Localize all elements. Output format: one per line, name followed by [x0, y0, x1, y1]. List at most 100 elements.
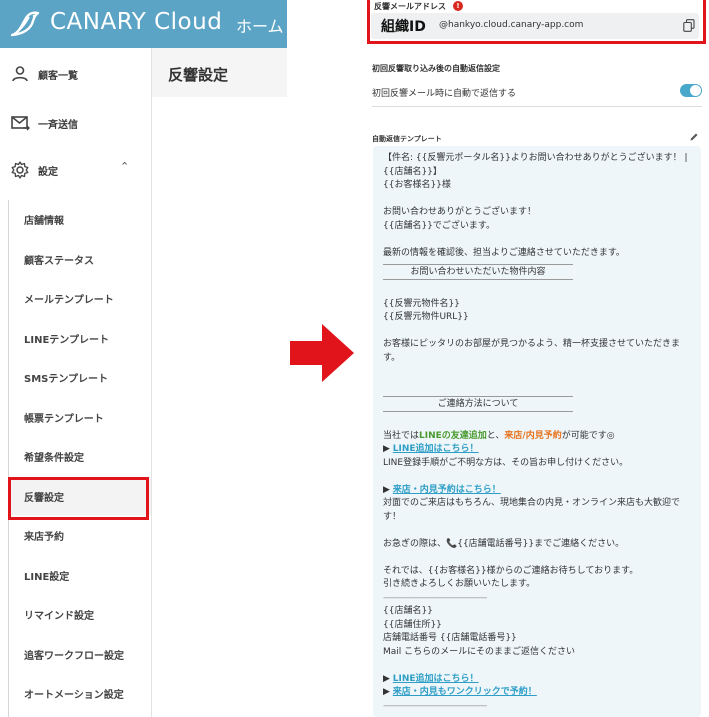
template-line: {{店舗住所}}	[383, 619, 442, 630]
template-line: {{店舗名}}	[383, 606, 433, 616]
sidebar-item-label: 顧客一覧	[38, 71, 78, 82]
separator-line: ----------------------------------------…	[383, 592, 487, 603]
template-line: お客様にピッタリのお部屋が見つかるよう、精一杯支援させていただきます。	[383, 339, 681, 363]
template-content[interactable]: 【件名: {{反響元ポータル名}}よりお問い合わせありがとうございます！ | {…	[373, 146, 701, 717]
template-line: LINE登録手順がご不明な方は、その旨お申し付けください。	[383, 457, 629, 468]
template-line: 店舗電話番号 {{店舗電話番号}}	[383, 633, 517, 643]
phone-icon: 📞	[446, 538, 458, 549]
text: 当社では	[383, 430, 420, 441]
sidebar-item-automation-settings[interactable]: オートメーション設定	[10, 674, 151, 712]
home-link[interactable]: ホーム	[236, 13, 284, 37]
sidebar-item-visit-reservation[interactable]: 来店予約	[10, 516, 151, 554]
text: {{店舗電話番号}}	[457, 538, 535, 549]
submenu-guide-line	[8, 200, 9, 717]
gear-icon	[11, 161, 29, 179]
visit-reserve-text: 来店/内見予約	[504, 430, 562, 441]
sidebar-item-label: 追客ワークフロー設定	[24, 651, 124, 662]
template-line: {{店舗名}}でございます。	[383, 220, 496, 231]
sidebar-item-label: 帳票テンプレート	[24, 414, 104, 425]
sidebar-item-preference-settings[interactable]: 希望条件設定	[10, 437, 151, 475]
bird-icon[interactable]	[9, 9, 41, 39]
template-line: お問い合わせありがとうございます！	[383, 207, 537, 217]
template-line: Mail こちらのメールにそのままご返信ください	[383, 646, 575, 657]
person-icon	[12, 66, 28, 82]
template-line: 引き続きよろしくお願いいたします。	[383, 579, 536, 589]
highlight-box-active-item	[8, 477, 149, 520]
sidebar-item-sms-template[interactable]: SMSテンプレート	[10, 358, 151, 396]
line-add-link[interactable]: LINE追加はこちら！	[393, 444, 479, 454]
template-line: {{反響元物件名}}	[383, 298, 460, 309]
sidebar-item-label: LINEテンプレート	[24, 335, 109, 346]
top-bar: CANARY Cloud ホーム	[0, 0, 287, 48]
sidebar-item-store-info[interactable]: 店舗情報	[10, 200, 151, 238]
bullet-icon: ▶	[383, 484, 390, 495]
template-line: {{お客様名}}様	[383, 180, 451, 190]
toggle-knob	[690, 85, 701, 96]
chevron-up-icon[interactable]: ⌃	[120, 160, 129, 173]
text: までご連絡ください。	[534, 538, 625, 549]
sidebar-item-settings[interactable]: 設定 ⌃	[0, 152, 152, 192]
sidebar-item-label: SMSテンプレート	[24, 374, 109, 385]
app-panel: CANARY Cloud ホーム 顧客一覧 一斉送信 設定 ⌃ 店舗情報 顧客ス…	[0, 0, 287, 717]
template-line: 【件名: {{反響元ポータル名}}よりお問い合わせありがとうございます！ |	[383, 153, 688, 163]
template-label: 自動返信テンプレート	[372, 135, 442, 143]
template-line: {{店舗名}}】	[383, 166, 442, 177]
page-header: 反響設定	[152, 48, 287, 97]
sidebar-item-label: オートメーション設定	[24, 690, 124, 701]
auto-reply-label: 初回反響メール時に自動で返信する	[372, 89, 517, 99]
sidebar-item-customers[interactable]: 顧客一覧	[0, 56, 152, 96]
sidebar-item-form-template[interactable]: 帳票テンプレート	[10, 398, 151, 436]
separator-line: ----------------------------------------…	[383, 700, 487, 711]
sidebar-item-customer-status[interactable]: 顧客ステータス	[10, 240, 151, 278]
template-line: ▶ LINE追加はこちら！	[383, 443, 695, 457]
sidebar-item-label: 顧客ステータス	[24, 256, 94, 267]
template-line: 当社ではLINEの友達追加と、来店/内見予約が可能です◎	[383, 430, 695, 444]
sidebar: 顧客一覧 一斉送信 設定 ⌃ 店舗情報 顧客ステータス メールテンプレート LI…	[0, 48, 152, 717]
page-title: 反響設定	[168, 66, 229, 84]
sidebar-item-label: リマインド設定	[24, 611, 94, 622]
template-line: それでは、{{お客様名}}様からのご連絡お待ちしております。	[383, 565, 639, 576]
pencil-icon[interactable]	[689, 132, 699, 142]
sidebar-item-line-template[interactable]: LINEテンプレート	[10, 319, 151, 357]
auto-reply-heading: 初回反響取り込み後の自動返信設定	[372, 64, 500, 73]
auto-reply-toggle[interactable]	[680, 84, 702, 97]
bullet-icon: ▶	[383, 444, 390, 454]
text: と、	[486, 430, 505, 441]
sidebar-item-label: 店舗情報	[24, 216, 64, 227]
divider	[372, 106, 702, 107]
sidebar-item-line-settings[interactable]: LINE設定	[10, 556, 151, 594]
template-line: お急ぎの際は、📞{{店舗電話番号}}までご連絡ください。	[383, 538, 695, 552]
sidebar-item-label: 設定	[38, 167, 58, 178]
line-add-link-2[interactable]: LINE追加はこちら！	[393, 674, 479, 684]
sidebar-item-label: 一斉送信	[38, 120, 78, 131]
sidebar-item-label: LINE設定	[24, 572, 70, 583]
sidebar-item-bulk-send[interactable]: 一斉送信	[0, 105, 152, 145]
bullet-icon: ▶	[383, 687, 390, 697]
oneclick-reserve-link[interactable]: 来店・内見もワンクリックで予約！	[393, 687, 537, 697]
template-line: ▶ 来店・内見もワンクリックで予約！	[383, 686, 695, 700]
response-settings-panel: 反響メールアドレス ! 組織ID @hankyo.cloud.canary-ap…	[364, 0, 709, 717]
line-friend-text: LINEの友達追加	[419, 430, 487, 441]
visit-reserve-link[interactable]: 来店・内見予約はこちら！	[393, 485, 501, 495]
sidebar-item-followup-workflow[interactable]: 追客ワークフロー設定	[10, 635, 151, 673]
template-line: 対面でのご来店はもちろん、現地集合の内見・オンライン来店も大歓迎です！	[383, 498, 681, 522]
brand-name: CANARY Cloud	[50, 9, 223, 35]
text: が可能です◎	[561, 430, 615, 441]
right-arrow-icon	[290, 324, 354, 382]
highlight-box-email	[367, 0, 706, 44]
text: お急ぎの際は、	[383, 538, 447, 549]
sidebar-item-remind-settings[interactable]: リマインド設定	[10, 595, 151, 633]
template-line: {{反響元物件URL}}	[383, 312, 469, 322]
sidebar-item-mail-template[interactable]: メールテンプレート	[10, 279, 151, 317]
